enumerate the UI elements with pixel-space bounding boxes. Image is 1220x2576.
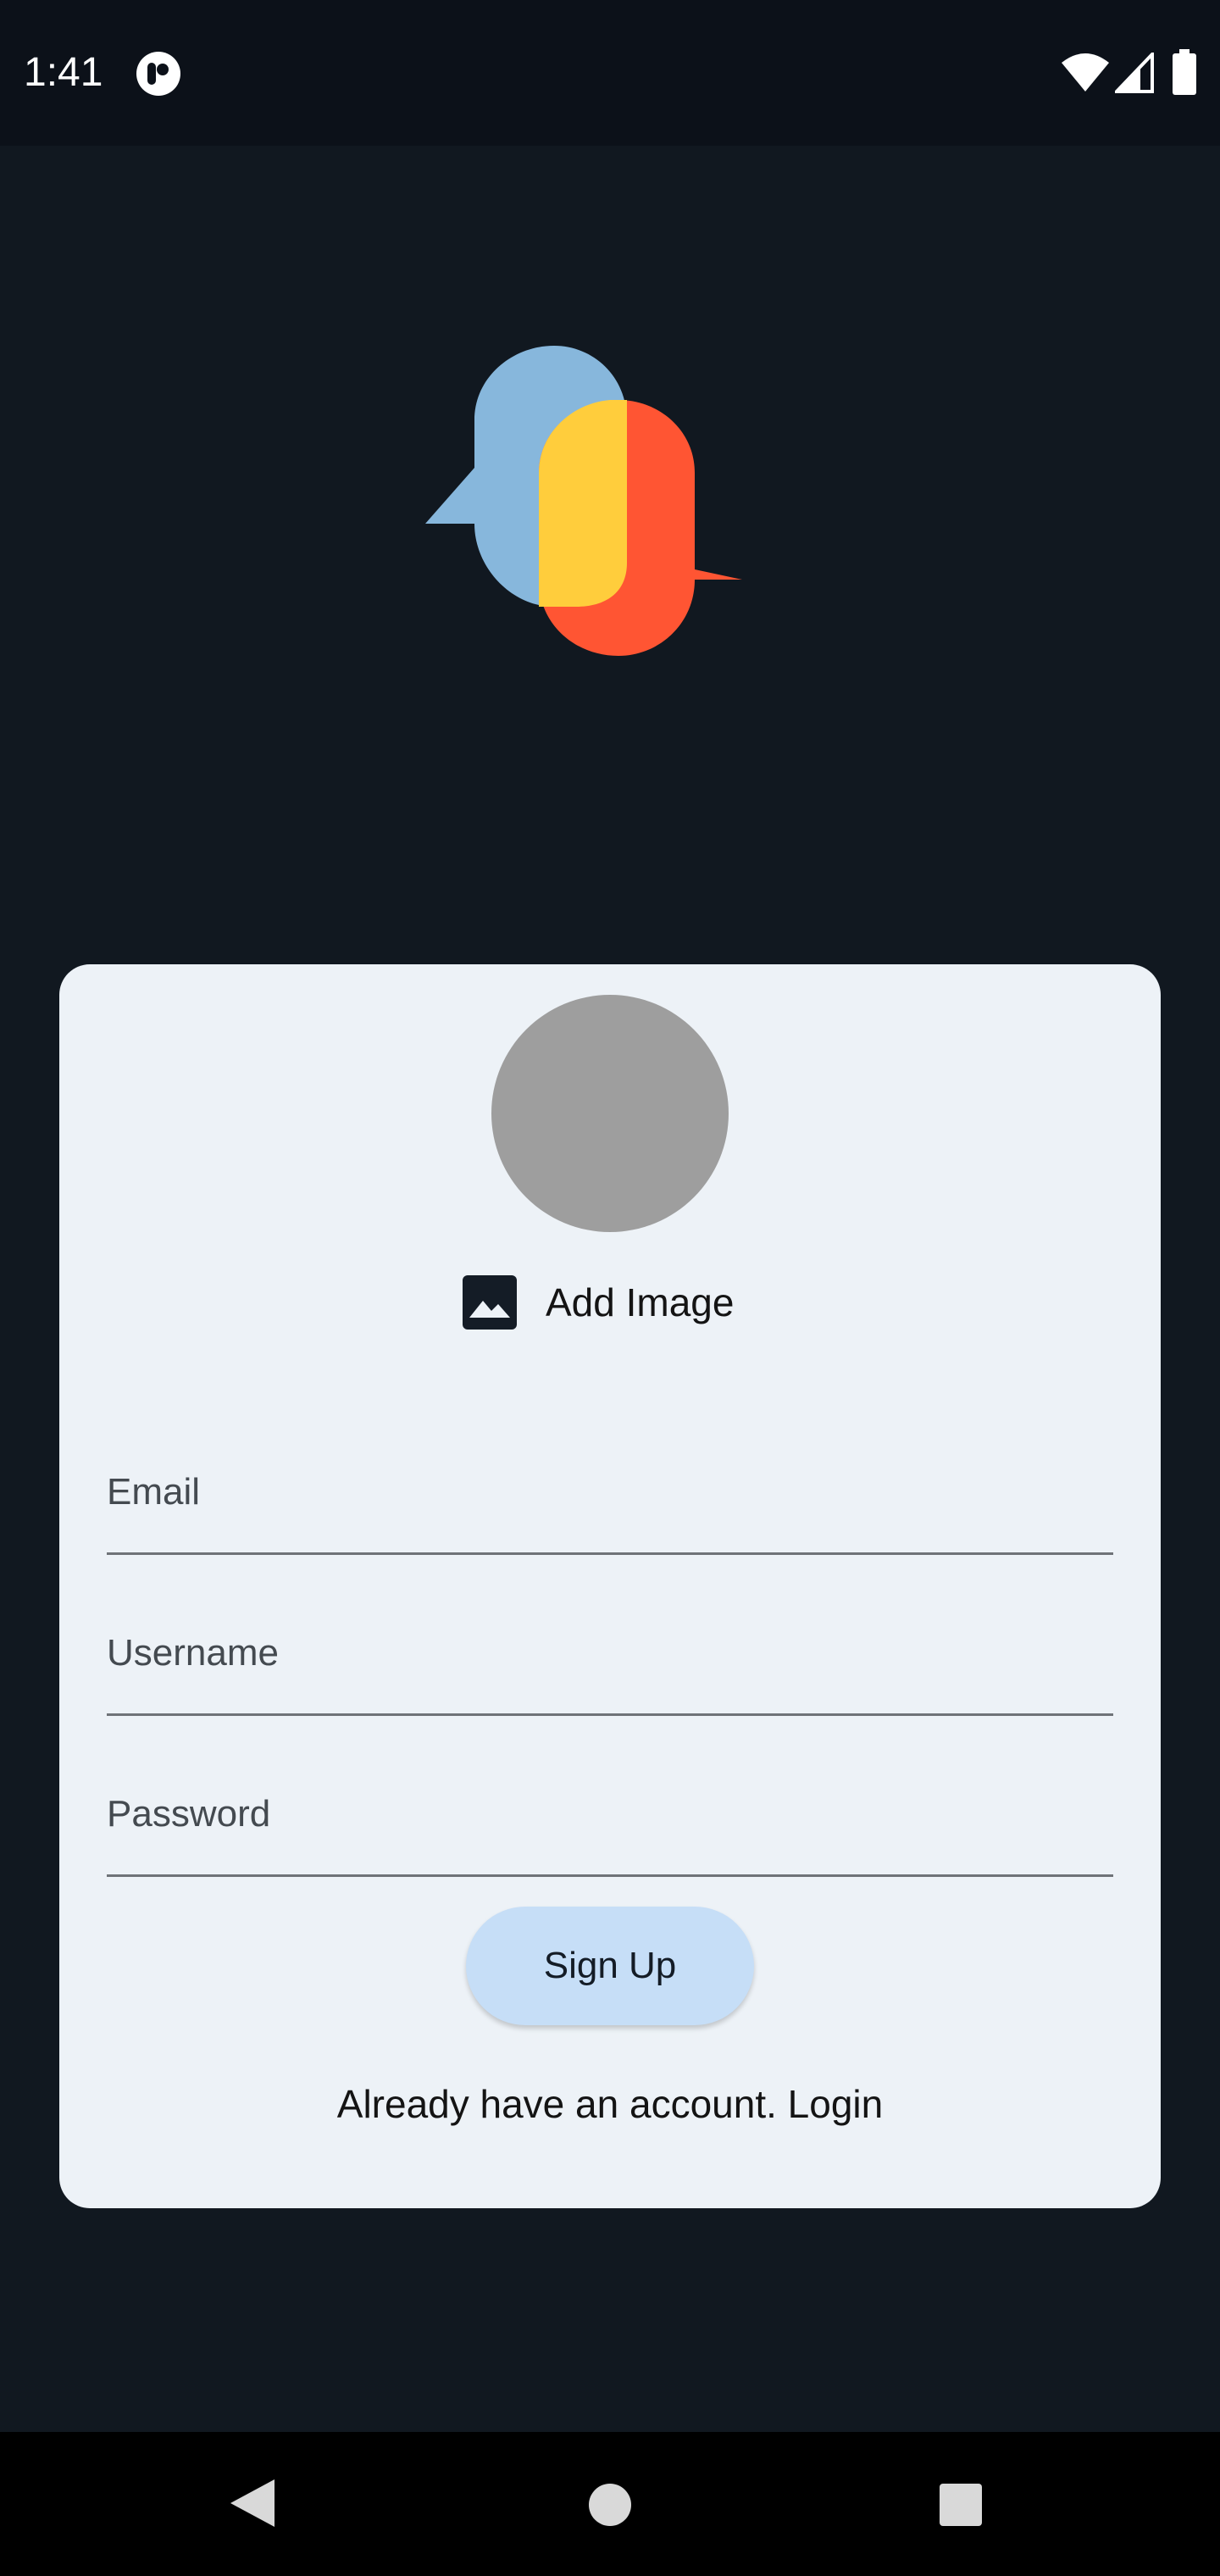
status-time: 1:41 xyxy=(24,50,103,95)
add-image-label: Add Image xyxy=(546,1280,735,1324)
avatar-placeholder[interactable] xyxy=(491,995,729,1232)
status-bar: 1:41 xyxy=(0,0,1220,146)
login-link[interactable]: Already have an account. Login xyxy=(59,2081,1161,2127)
email-input[interactable] xyxy=(107,1451,1113,1552)
cell-signal-icon xyxy=(1115,53,1154,93)
battery-icon xyxy=(1173,49,1196,95)
image-icon xyxy=(463,1275,517,1330)
username-field-container xyxy=(107,1612,1113,1716)
back-triangle-icon[interactable] xyxy=(229,2478,276,2529)
app-notification-icon xyxy=(136,52,180,96)
signup-card: Add Image Sign Up Already have an accoun… xyxy=(59,964,1161,2208)
navigation-bar xyxy=(0,2432,1220,2576)
app-logo xyxy=(425,346,742,656)
sign-up-button[interactable]: Sign Up xyxy=(466,1907,754,2025)
username-input[interactable] xyxy=(107,1612,1113,1713)
password-field-container xyxy=(107,1773,1113,1877)
wifi-icon xyxy=(1062,53,1109,92)
recent-apps-square-icon[interactable] xyxy=(939,2483,983,2527)
home-circle-icon[interactable] xyxy=(588,2483,632,2527)
password-input[interactable] xyxy=(107,1773,1113,1874)
signup-screen: 1:41 Add Image Email Username Sign Up Al… xyxy=(0,0,1220,2576)
email-field-container xyxy=(107,1451,1113,1555)
add-image-button[interactable]: Add Image xyxy=(463,1273,734,1332)
